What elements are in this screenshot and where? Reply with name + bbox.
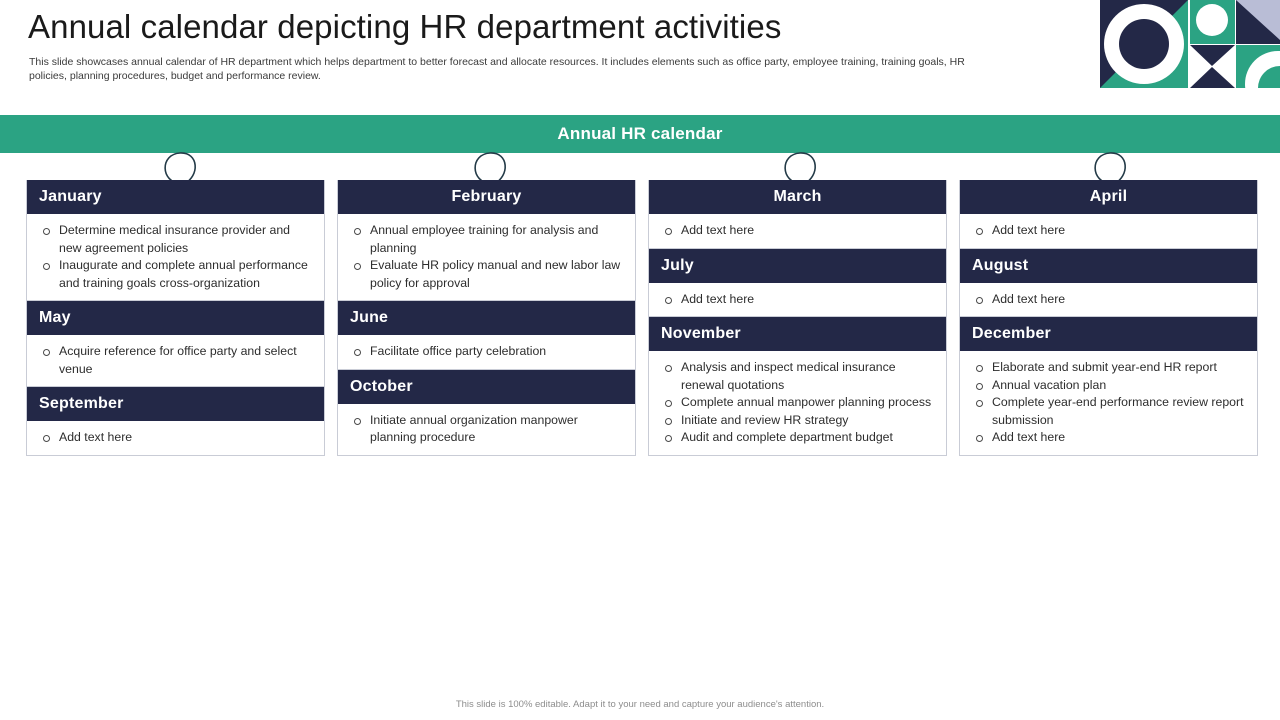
month-card-june[interactable]: June Facilitate office party celebration	[337, 301, 636, 370]
list-item: Initiate and review HR strategy	[661, 412, 934, 430]
month-card-november[interactable]: November Analysis and inspect medical in…	[648, 317, 947, 456]
month-header-may: May	[27, 301, 324, 335]
section-banner: Annual HR calendar	[0, 115, 1280, 153]
bullet-list-july: Add text here	[661, 291, 934, 309]
list-item: Acquire reference for office party and s…	[39, 343, 312, 378]
bullet-list-september: Add text here	[39, 429, 312, 447]
bullet-list-october: Initiate annual organization manpower pl…	[350, 412, 623, 447]
bullet-list-december: Elaborate and submit year-end HR report …	[972, 359, 1245, 447]
month-card-october[interactable]: October Initiate annual organization man…	[337, 369, 636, 456]
calendar-grid: January Determine medical insurance prov…	[26, 180, 1258, 456]
list-item: Evaluate HR policy manual and new labor …	[350, 257, 623, 292]
list-item: Elaborate and submit year-end HR report	[972, 359, 1245, 377]
month-card-march[interactable]: March Add text here	[648, 180, 947, 249]
month-body-september: Add text here	[27, 421, 324, 455]
month-header-june: June	[338, 301, 635, 335]
month-body-february: Annual employee training for analysis an…	[338, 214, 635, 300]
slide-header: Annual calendar depicting HR department …	[0, 0, 1280, 110]
month-card-december[interactable]: December Elaborate and submit year-end H…	[959, 317, 1258, 456]
calendar-column-4: April Add text here August Add text here…	[959, 180, 1258, 456]
list-item: Complete year-end performance review rep…	[972, 394, 1245, 429]
list-item: Analysis and inspect medical insurance r…	[661, 359, 934, 394]
list-item: Add text here	[661, 291, 934, 309]
month-body-january: Determine medical insurance provider and…	[27, 214, 324, 300]
editable-note: This slide is 100% editable. Adapt it to…	[455, 699, 825, 710]
month-header-august: August	[960, 248, 1257, 283]
bullet-list-june: Facilitate office party celebration	[350, 343, 623, 361]
list-item: Complete annual manpower planning proces…	[661, 394, 934, 412]
month-body-august: Add text here	[960, 283, 1257, 317]
month-header-january: January	[27, 180, 324, 214]
list-item: Annual employee training for analysis an…	[350, 222, 623, 257]
calendar-column-3: March Add text here July Add text here N…	[648, 180, 947, 456]
list-item: Determine medical insurance provider and…	[39, 222, 312, 257]
list-item: Add text here	[661, 222, 934, 240]
bullet-list-august: Add text here	[972, 291, 1245, 309]
bullet-list-may: Acquire reference for office party and s…	[39, 343, 312, 378]
month-body-may: Acquire reference for office party and s…	[27, 335, 324, 386]
page-title: Annual calendar depicting HR department …	[28, 8, 782, 45]
month-card-may[interactable]: May Acquire reference for office party a…	[26, 301, 325, 387]
month-body-december: Elaborate and submit year-end HR report …	[960, 351, 1257, 455]
month-header-september: September	[27, 387, 324, 421]
month-card-february[interactable]: February Annual employee training for an…	[337, 180, 636, 301]
month-card-september[interactable]: September Add text here	[26, 387, 325, 456]
month-header-march: March	[649, 180, 946, 214]
list-item: Initiate annual organization manpower pl…	[350, 412, 623, 447]
list-item: Audit and complete department budget	[661, 429, 934, 447]
section-banner-title: Annual HR calendar	[557, 124, 723, 143]
list-item: Facilitate office party celebration	[350, 343, 623, 361]
bullet-list-april: Add text here	[972, 222, 1245, 240]
bullet-list-february: Annual employee training for analysis an…	[350, 222, 623, 292]
month-header-december: December	[960, 317, 1257, 351]
month-header-november: November	[649, 317, 946, 351]
list-item: Add text here	[972, 429, 1245, 447]
list-item: Add text here	[972, 291, 1245, 309]
month-card-august[interactable]: August Add text here	[959, 248, 1258, 317]
bullet-list-march: Add text here	[661, 222, 934, 240]
slide-canvas: Annual calendar depicting HR department …	[0, 0, 1280, 720]
month-body-march: Add text here	[649, 214, 946, 248]
month-card-january[interactable]: January Determine medical insurance prov…	[26, 180, 325, 301]
month-body-november: Analysis and inspect medical insurance r…	[649, 351, 946, 455]
month-body-april: Add text here	[960, 214, 1257, 248]
month-header-october: October	[338, 369, 635, 404]
list-item: Annual vacation plan	[972, 377, 1245, 395]
month-header-february: February	[338, 180, 635, 214]
calendar-column-1: January Determine medical insurance prov…	[26, 180, 325, 456]
page-subtitle: This slide showcases annual calendar of …	[29, 56, 965, 82]
month-card-april[interactable]: April Add text here	[959, 180, 1258, 249]
calendar-column-2: February Annual employee training for an…	[337, 180, 636, 456]
month-body-june: Facilitate office party celebration	[338, 335, 635, 369]
bullet-list-january: Determine medical insurance provider and…	[39, 222, 312, 292]
month-card-july[interactable]: July Add text here	[648, 248, 947, 317]
bullet-list-november: Analysis and inspect medical insurance r…	[661, 359, 934, 447]
month-header-july: July	[649, 248, 946, 283]
list-item: Inaugurate and complete annual performan…	[39, 257, 312, 292]
month-header-april: April	[960, 180, 1257, 214]
geometric-mosaic-logo	[1100, 0, 1280, 88]
list-item: Add text here	[972, 222, 1245, 240]
month-body-july: Add text here	[649, 283, 946, 317]
month-body-october: Initiate annual organization manpower pl…	[338, 404, 635, 455]
list-item: Add text here	[39, 429, 312, 447]
